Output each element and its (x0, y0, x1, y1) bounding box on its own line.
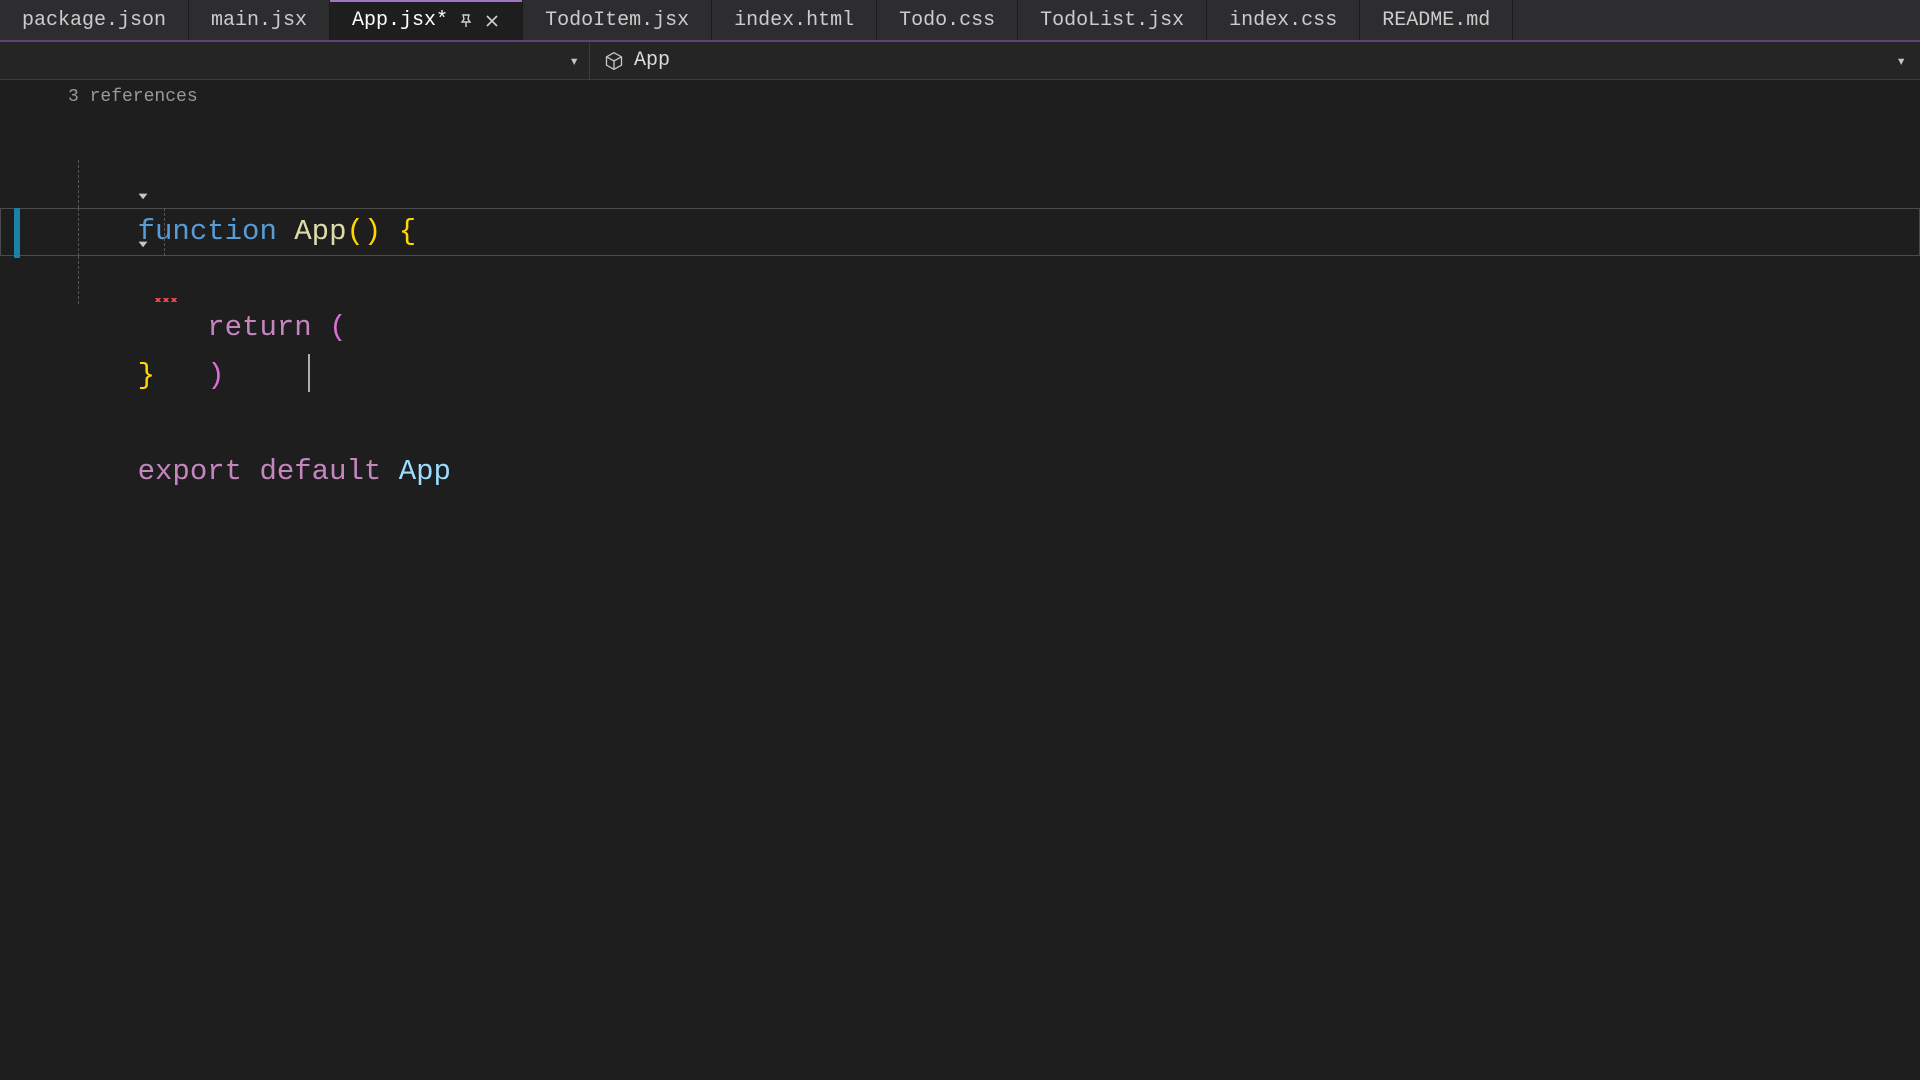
token-keyword: default (259, 455, 381, 488)
chevron-down-icon: ▾ (569, 51, 579, 71)
tab-app-jsx[interactable]: App.jsx* (330, 0, 523, 41)
editor-tab-bar: package.json main.jsx App.jsx* TodoItem.… (0, 0, 1920, 42)
module-icon (604, 51, 624, 71)
codelens-references[interactable]: 3 references (0, 82, 1920, 112)
tab-label: TodoItem.jsx (545, 9, 689, 32)
symbol-dropdown[interactable]: App ▾ (590, 42, 1920, 79)
breadcrumb-bar: ▾ App ▾ (0, 42, 1920, 80)
tab-todolist-jsx[interactable]: TodoList.jsx (1018, 0, 1207, 41)
tab-readme-md[interactable]: README.md (1360, 0, 1513, 41)
tab-label: App.jsx* (352, 9, 448, 32)
scope-dropdown[interactable]: ▾ (0, 42, 590, 79)
tab-index-html[interactable]: index.html (712, 0, 877, 41)
tab-todoitem-jsx[interactable]: TodoItem.jsx (523, 0, 712, 41)
code-line[interactable]: return ( (0, 160, 1920, 208)
tab-label: README.md (1382, 9, 1490, 32)
code-editor[interactable]: 3 references function App() { return ( )… (0, 80, 1920, 448)
fold-icon[interactable] (30, 127, 48, 145)
tab-package-json[interactable]: package.json (0, 0, 189, 41)
token-keyword: export (138, 455, 242, 488)
pin-icon[interactable] (458, 13, 474, 29)
code-line-current[interactable] (0, 208, 1920, 256)
chevron-down-icon: ▾ (1896, 51, 1906, 71)
tab-label: index.html (734, 9, 854, 32)
code-line[interactable]: function App() { (0, 112, 1920, 160)
tab-todo-css[interactable]: Todo.css (877, 0, 1018, 41)
gutter-change-indicator (14, 208, 20, 258)
breadcrumb-symbol: App (634, 49, 670, 72)
tab-label: TodoList.jsx (1040, 9, 1184, 32)
tab-label: main.jsx (211, 9, 307, 32)
error-squiggle (154, 298, 178, 302)
fold-icon[interactable] (30, 175, 48, 193)
tab-label: Todo.css (899, 9, 995, 32)
code-line[interactable]: ) (0, 256, 1920, 304)
tab-label: package.json (22, 9, 166, 32)
token-identifier: App (399, 455, 451, 488)
code-line[interactable]: export default App (0, 400, 1920, 448)
tab-main-jsx[interactable]: main.jsx (189, 0, 330, 41)
code-line[interactable]: } (0, 304, 1920, 352)
close-icon[interactable] (484, 13, 500, 29)
code-line-blank[interactable] (0, 352, 1920, 400)
tab-label: index.css (1229, 9, 1337, 32)
tab-index-css[interactable]: index.css (1207, 0, 1360, 41)
